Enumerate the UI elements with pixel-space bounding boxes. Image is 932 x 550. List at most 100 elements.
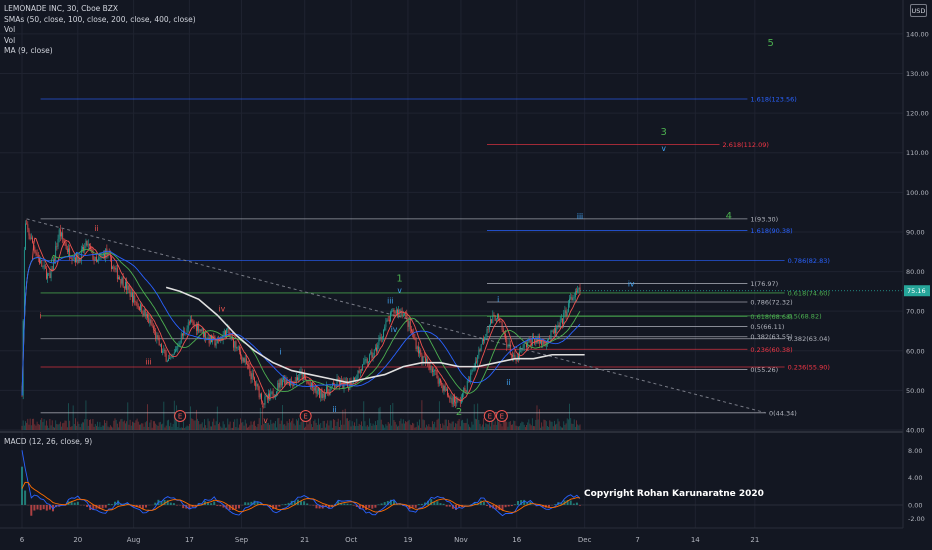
volume-bar bbox=[118, 427, 119, 430]
candle-body bbox=[429, 365, 431, 370]
candle-body bbox=[577, 289, 579, 293]
volume-bar bbox=[577, 424, 579, 430]
candle-body bbox=[283, 377, 284, 380]
volume-bar bbox=[570, 418, 572, 430]
volume-bar bbox=[572, 423, 574, 430]
volume-bar bbox=[411, 425, 412, 430]
macd-histogram-bar bbox=[300, 501, 302, 505]
sma-legend[interactable]: SMAs (50, close, 100, close, 200, close,… bbox=[4, 15, 196, 26]
ma-legend[interactable]: MA (9, close) bbox=[4, 46, 196, 57]
volume-bar bbox=[105, 422, 107, 430]
volume-bar bbox=[495, 424, 497, 430]
volume-bar bbox=[77, 421, 79, 430]
candle-body bbox=[30, 237, 32, 240]
candle-body bbox=[123, 286, 125, 289]
candle-body bbox=[356, 378, 358, 380]
symbol-title[interactable]: LEMONADE INC, 30, Cboe BZX bbox=[4, 4, 196, 15]
candle-body bbox=[497, 314, 498, 320]
volume-bar bbox=[307, 424, 309, 430]
candle-body bbox=[58, 229, 60, 239]
volume-bar bbox=[235, 427, 237, 430]
earnings-marker-label: E bbox=[500, 413, 504, 421]
candle-body bbox=[511, 354, 512, 356]
volume-bar bbox=[377, 420, 379, 430]
candle-body bbox=[234, 341, 236, 348]
macd-legend[interactable]: MACD (12, 26, close, 9) bbox=[4, 437, 92, 446]
price-chart[interactable]: 1.618(123.56) 2.618(112.09) 1(93.30) 1.618(… bbox=[0, 0, 932, 550]
candle-body bbox=[269, 393, 271, 397]
volume-bar bbox=[341, 424, 343, 430]
candle-body bbox=[36, 253, 38, 256]
volume-bar bbox=[359, 424, 361, 430]
candle-body bbox=[154, 329, 155, 331]
candle-body bbox=[455, 402, 457, 404]
candle-body bbox=[237, 346, 239, 348]
macd-histogram-bar bbox=[216, 504, 219, 506]
candle-body bbox=[470, 372, 472, 383]
vol-legend-2[interactable]: Vol bbox=[4, 36, 196, 47]
macd-histogram-bar bbox=[76, 501, 79, 505]
volume-bar bbox=[86, 419, 88, 430]
volume-bar bbox=[257, 423, 259, 430]
volume-bar bbox=[143, 426, 145, 430]
candle-body bbox=[314, 386, 316, 391]
volume-bar bbox=[247, 427, 248, 430]
macd-histogram-bar bbox=[21, 466, 23, 505]
volume-bar bbox=[517, 426, 519, 430]
candle-body bbox=[325, 392, 326, 398]
price-axis[interactable]: 40.0050.0060.0070.0080.0090.00100.00110.… bbox=[580, 0, 932, 550]
candle-body bbox=[175, 349, 176, 352]
volume-bar bbox=[390, 404, 391, 430]
volume-bar bbox=[278, 418, 280, 430]
candle-body bbox=[369, 354, 370, 362]
volume-bar bbox=[252, 421, 254, 430]
volume-bar bbox=[218, 423, 219, 430]
volume-bar bbox=[362, 426, 364, 430]
volume-bar bbox=[29, 418, 31, 430]
currency-badge[interactable]: USD bbox=[910, 4, 927, 17]
volume-bar bbox=[556, 423, 558, 430]
candle-body bbox=[315, 386, 317, 394]
volume-bar bbox=[372, 423, 374, 430]
candle-body bbox=[171, 357, 173, 359]
time-axis[interactable]: 6 20 Aug 17 Sep 21 Oct 19 Nov 16 Dec 7 14 21 bbox=[0, 527, 903, 550]
candle-body bbox=[479, 349, 481, 351]
volume-bar bbox=[119, 421, 121, 430]
candle-body bbox=[186, 328, 188, 334]
volume-bar bbox=[66, 427, 68, 430]
volume-bar bbox=[58, 423, 60, 430]
fib-level-label: 0.236(55.90) bbox=[788, 364, 830, 372]
fib-level-label: 1.618(123.56) bbox=[750, 96, 796, 104]
volume-bar bbox=[415, 426, 417, 430]
volume-bar bbox=[378, 408, 380, 430]
candle-body bbox=[48, 273, 50, 275]
candle-body bbox=[441, 382, 443, 385]
volume-bar bbox=[402, 419, 404, 430]
volume-bar bbox=[55, 420, 57, 430]
vol-legend-1[interactable]: Vol bbox=[4, 25, 196, 36]
volume-bar bbox=[39, 424, 40, 430]
candle-body bbox=[57, 238, 59, 247]
volume-bar bbox=[500, 423, 502, 430]
volume-bar bbox=[316, 425, 318, 430]
candle-body bbox=[163, 349, 165, 351]
volume-bar bbox=[563, 421, 565, 430]
macd-histogram-bar bbox=[377, 504, 380, 505]
candle-body bbox=[559, 319, 561, 327]
volume-bar bbox=[177, 426, 179, 430]
volume-bar bbox=[85, 400, 87, 430]
candle-body bbox=[478, 349, 480, 356]
time-tick-label: 7 bbox=[635, 536, 639, 544]
volume-bar bbox=[393, 420, 395, 430]
candle-body bbox=[477, 355, 479, 363]
candle-body bbox=[362, 364, 364, 371]
volume-bar bbox=[562, 427, 563, 430]
wave-label: ii bbox=[332, 405, 336, 414]
volume-bar bbox=[270, 419, 272, 430]
candle-body bbox=[247, 364, 248, 365]
candle-body bbox=[515, 359, 517, 361]
candle-body bbox=[318, 388, 319, 391]
volume-bar bbox=[142, 423, 144, 430]
candle-body bbox=[512, 355, 513, 357]
volume-bar bbox=[83, 422, 85, 430]
